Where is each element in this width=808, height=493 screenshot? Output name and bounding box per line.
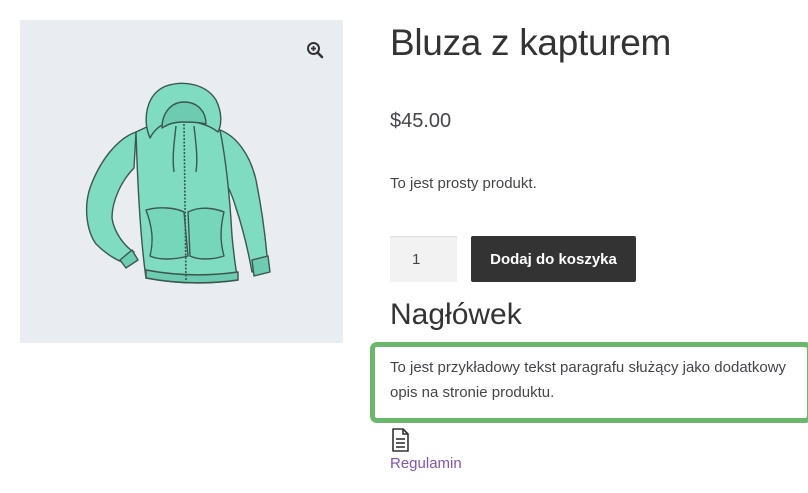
file-link-regulamin[interactable]: Regulamin — [390, 455, 462, 472]
zoom-button[interactable] — [301, 36, 329, 64]
description-heading: Nagłówek — [390, 298, 522, 331]
add-to-cart-button[interactable]: Dodaj do koszyka — [471, 236, 636, 282]
product-price: $45.00 — [390, 110, 452, 132]
product-page: Bluza z kapturem $45.00 To jest prosty p… — [0, 0, 808, 493]
document-icon[interactable] — [390, 428, 410, 452]
hoodie-image[interactable] — [80, 80, 280, 285]
product-gallery — [20, 20, 343, 343]
highlighted-paragraph-box: To jest przykładowy tekst paragrafu służ… — [370, 342, 808, 423]
product-short-description: To jest prosty produkt. — [390, 175, 537, 192]
quantity-input[interactable] — [390, 236, 457, 282]
product-title: Bluza z kapturem — [390, 22, 672, 63]
zoom-in-icon — [307, 42, 324, 59]
file-download: Regulamin — [390, 428, 462, 472]
description-paragraph: To jest przykładowy tekst paragrafu służ… — [390, 359, 787, 401]
